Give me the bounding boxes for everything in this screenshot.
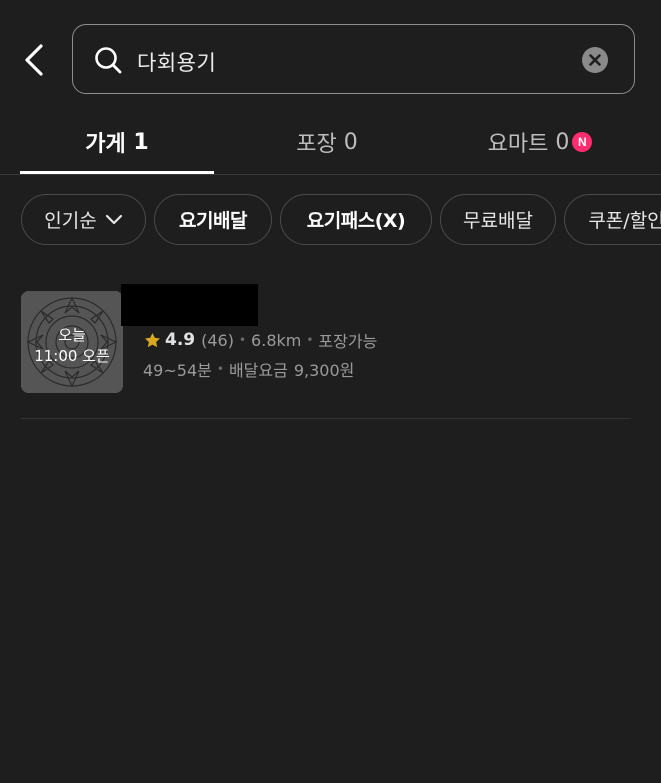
tab-store-label: 가게 (85, 132, 126, 157)
chip-free-delivery[interactable]: 무료배달 (440, 194, 556, 245)
delivery-fee: 9,300원 (293, 361, 355, 380)
filter-chips: 인기순 요기배달 요기패스(X) 무료배달 쿠폰/할인 (21, 194, 661, 246)
opening-day: 오늘 (58, 326, 86, 344)
chip-yogi-delivery[interactable]: 요기배달 (154, 194, 272, 245)
tab-pickup-label: 포장 (296, 132, 337, 157)
store-thumbnail: 오늘 11:00 오픈 (21, 291, 123, 393)
separator-dot: • (306, 333, 314, 347)
result-tabs: 가게 1 포장 0 요마트 0N (0, 110, 661, 176)
tab-yomart-label: 요마트 (487, 132, 549, 157)
review-count: (46) (201, 330, 234, 350)
tab-pickup-count: 0 (343, 129, 358, 155)
new-badge: N (572, 132, 593, 152)
store-list-item[interactable]: 오늘 11:00 오픈 4.9 (46) • 6.8km • 포장가능 49~5… (21, 284, 631, 396)
tab-store-count: 1 (133, 129, 149, 155)
clear-search-icon[interactable] (582, 47, 608, 73)
close-icon (589, 54, 601, 66)
app-root: 다회용기 가게 1 포장 0 요마트 0N 인기순 요기배달 요기패스(X) 무… (0, 0, 661, 783)
back-button[interactable] (14, 36, 54, 84)
delivery-time: 49~54분 (143, 361, 212, 380)
chip-yogi-pass-label: 요기패스(X) (306, 210, 406, 232)
tab-yomart-count: 0 (555, 129, 570, 155)
tabs-divider (0, 174, 661, 175)
list-divider (21, 418, 631, 419)
pickup-available: 포장가능 (318, 332, 378, 351)
chip-coupon-discount[interactable]: 쿠폰/할인 (564, 194, 661, 245)
star-icon (144, 332, 161, 347)
chip-free-delivery-label: 무료배달 (463, 210, 533, 232)
sort-dropdown[interactable]: 인기순 (21, 194, 146, 245)
store-name-redacted (121, 284, 258, 326)
delivery-fee-label: 배달요금 (228, 361, 288, 380)
opening-hour: 11:00 오픈 (34, 347, 110, 365)
opening-time-label: 오늘 11:00 오픈 (21, 325, 123, 367)
chevron-down-icon (105, 214, 122, 224)
search-input[interactable]: 다회용기 (72, 24, 635, 94)
tab-yomart[interactable]: 요마트 0N (440, 110, 640, 174)
store-distance: 6.8km (251, 330, 302, 350)
chip-coupon-discount-label: 쿠폰/할인 (588, 210, 661, 232)
chip-yogi-delivery-label: 요기배달 (179, 210, 247, 232)
store-rating-row: 4.9 (46) • 6.8km • 포장가능 (143, 328, 377, 352)
separator-dot: • (216, 362, 224, 376)
tab-store[interactable]: 가게 1 (20, 110, 214, 174)
separator-dot: • (238, 333, 247, 347)
chevron-left-icon (25, 44, 43, 76)
chip-yogi-pass[interactable]: 요기패스(X) (280, 194, 432, 245)
sort-label: 인기순 (44, 210, 97, 232)
search-icon (95, 47, 122, 74)
store-delivery-row: 49~54분 • 배달요금 9,300원 (143, 357, 354, 381)
search-query-text: 다회용기 (137, 51, 217, 75)
store-rating: 4.9 (165, 330, 196, 350)
tab-pickup[interactable]: 포장 0 (230, 110, 424, 174)
